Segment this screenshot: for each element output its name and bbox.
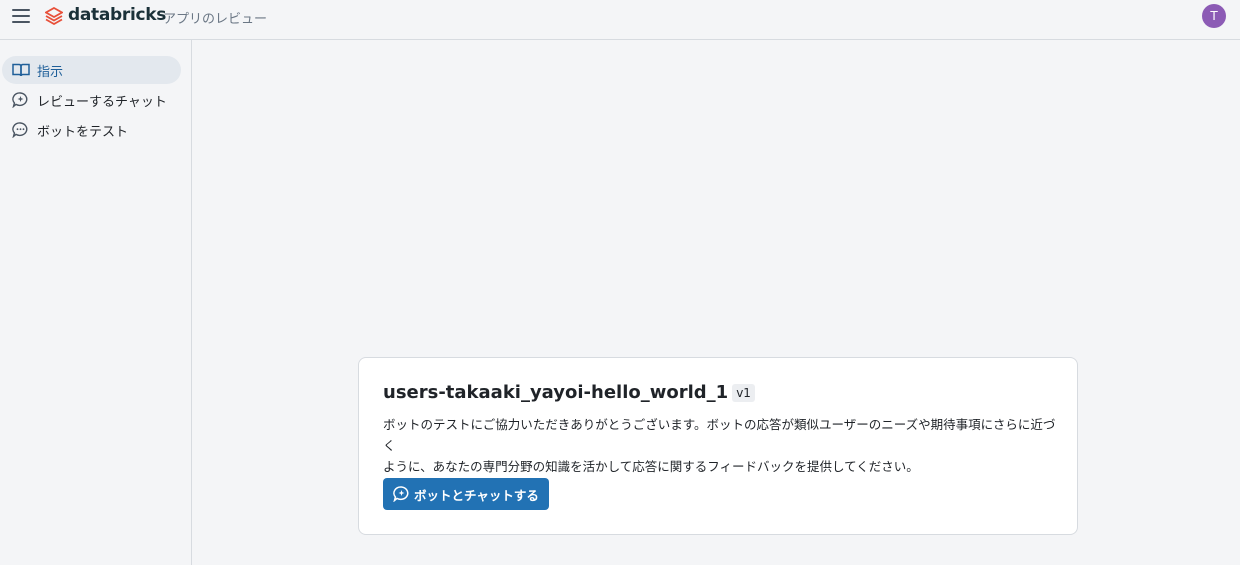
databricks-logo-icon bbox=[45, 7, 63, 25]
sidebar-item-label: レビューするチャット bbox=[37, 94, 167, 110]
version-badge: v1 bbox=[732, 383, 755, 402]
chat-bubble-icon bbox=[12, 122, 30, 138]
hamburger-icon[interactable] bbox=[12, 8, 30, 24]
description-line: ボットのテストにご協力いただきありがとうございます。ボットの応答が類似ユーザーの… bbox=[383, 417, 1056, 453]
welcome-card: users-takaaki_yayoi-hello_world_1 v1 ボット… bbox=[358, 357, 1078, 535]
card-description: ボットのテストにご協力いただきありがとうございます。ボットの応答が類似ユーザーの… bbox=[383, 414, 1063, 477]
sidebar-item-instructions[interactable]: 指示 bbox=[2, 56, 181, 84]
description-line: ように、あなたの専門分野の知識を活かして応答に関するフィードバックを提供してくだ… bbox=[383, 459, 919, 474]
brand-name[interactable]: databricks bbox=[68, 5, 166, 25]
sidebar-item-test-bot[interactable]: ボットをテスト bbox=[2, 116, 181, 144]
book-icon bbox=[12, 62, 30, 78]
chat-sparkle-icon bbox=[393, 486, 410, 502]
card-title: users-takaaki_yayoi-hello_world_1 v1 bbox=[383, 382, 755, 403]
chat-sparkle-icon bbox=[12, 92, 30, 108]
avatar[interactable]: T bbox=[1202, 4, 1226, 28]
app-name: users-takaaki_yayoi-hello_world_1 bbox=[383, 382, 729, 403]
sidebar-item-label: ボットをテスト bbox=[37, 124, 129, 140]
chat-with-bot-button[interactable]: ボットとチャットする bbox=[383, 478, 549, 510]
top-bar: databricks アプリのレビュー T bbox=[0, 0, 1240, 40]
sidebar: 指示 レビューするチャット ボットをテスト bbox=[0, 40, 192, 565]
button-label: ボットとチャットする bbox=[414, 487, 539, 503]
sidebar-item-label: 指示 bbox=[37, 64, 64, 80]
app-title: アプリのレビュー bbox=[163, 12, 268, 27]
sidebar-item-review-chats[interactable]: レビューするチャット bbox=[2, 86, 181, 114]
